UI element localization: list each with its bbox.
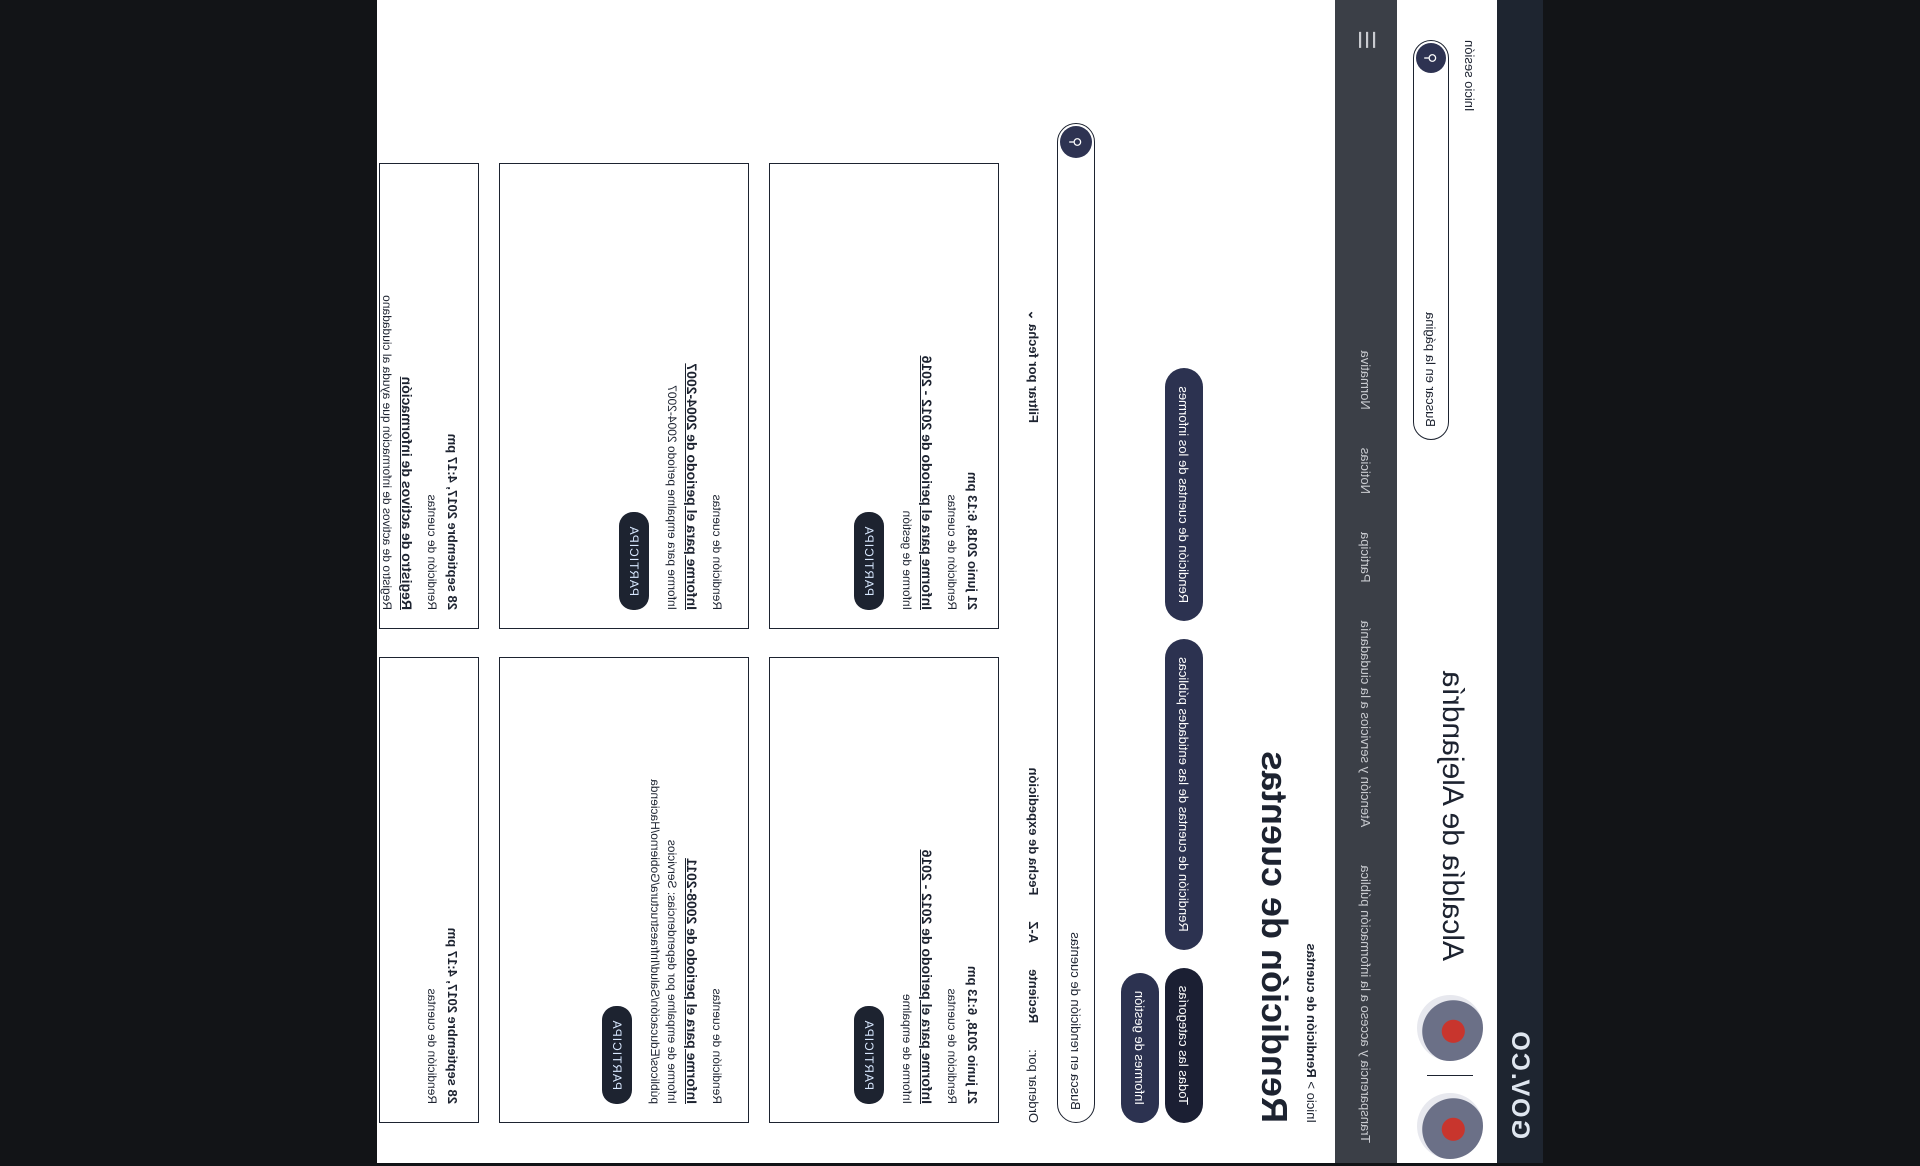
participa-button[interactable]: PARTICIPA: [854, 1005, 885, 1104]
breadcrumb-separator: >: [1304, 1081, 1319, 1090]
card-category: Rendición de cuentas: [710, 988, 724, 1104]
sort-bar: Ordenar por: Reciente A-Z Fecha de exped…: [1026, 768, 1041, 1123]
starfield-left: [0, 0, 377, 1166]
card-category: Rendición de cuentas: [710, 494, 724, 610]
result-card[interactable]: Rendición de cuentas Informe para el per…: [499, 163, 749, 629]
participa-button[interactable]: PARTICIPA: [854, 511, 885, 610]
card-title[interactable]: Informe para el periodo de 2004-2007: [684, 182, 700, 610]
nav-item-transparencia[interactable]: Transparencia y acceso a la información …: [1359, 865, 1374, 1143]
card-title[interactable]: Informe para el periodo de 2008-2011: [684, 676, 700, 1104]
tab-entidades[interactable]: Rendición de cuentas de las entidades pú…: [1165, 639, 1203, 950]
hamburger-icon[interactable]: ☰: [1353, 30, 1379, 50]
card-description: Informe para empalme periodo 2004-2007: [665, 385, 679, 610]
nav-item-participa[interactable]: Participa: [1359, 532, 1374, 583]
breadcrumb: Inicio > Rendición de cuentas: [1304, 943, 1319, 1123]
card-description: Informe de gestión: [900, 510, 914, 610]
search-icon[interactable]: ⚲: [1060, 126, 1092, 158]
result-card[interactable]: Rendición de cuentas Informe para el per…: [499, 657, 749, 1123]
card-title[interactable]: Informe para el periodo de 2012 - 2016: [919, 676, 935, 1104]
result-card[interactable]: 28 septiembre 2017, 4:17 pm Rendición de…: [379, 163, 479, 629]
card-date: 21 junio 2018, 6:13 pm: [965, 965, 980, 1104]
card-date: 28 septiembre 2017, 4:17 pm: [445, 433, 460, 610]
page-viewport: GOV.CO Alcaldía de Alejandría Inicio ses…: [377, 0, 1543, 1163]
result-card[interactable]: 21 junio 2018, 6:13 pm Rendición de cuen…: [769, 657, 999, 1123]
search-icon[interactable]: ⚲: [1416, 43, 1446, 73]
site-title[interactable]: Alcaldía de Alejandría: [1435, 671, 1469, 961]
card-date: 21 junio 2018, 6:13 pm: [965, 471, 980, 610]
gov-logo[interactable]: GOV.CO: [1506, 1029, 1535, 1139]
site-header: Alcaldía de Alejandría Inicio sesión Bus…: [1397, 0, 1497, 1163]
result-card[interactable]: 21 junio 2018, 6:13 pm Rendición de cuen…: [769, 163, 999, 629]
card-category: Rendición de cuentas: [425, 494, 439, 610]
nav-item-atencion[interactable]: Atención y servicios a la ciudadanía: [1359, 621, 1374, 828]
content-search-input[interactable]: Busca en rendición de cuentas: [1069, 932, 1084, 1110]
tab-all[interactable]: Todas las categorías: [1165, 967, 1203, 1123]
header-search[interactable]: Buscar en la página ⚲: [1413, 40, 1449, 440]
card-title[interactable]: Informe para el periodo de 2012 - 2016: [919, 182, 935, 610]
card-title[interactable]: Registro de activos de información: [399, 182, 415, 610]
page-title: Rendición de cuentas: [1254, 750, 1295, 1123]
starfield-right: [1540, 0, 1920, 1166]
card-date: 28 septiembre 2017, 4:17 pm: [445, 927, 460, 1104]
municipality-seal-logo: [1417, 995, 1483, 1061]
nav-item-noticias[interactable]: Noticias: [1359, 448, 1374, 494]
card-description: Informe de empalme por dependencias: Ser…: [648, 779, 679, 1104]
results-grid: 21 junio 2018, 6:13 pm Rendición de cuen…: [379, 3, 999, 1123]
card-description: Informe de empalme: [900, 993, 914, 1104]
rotated-page: GOV.CO Alcaldía de Alejandría Inicio ses…: [377, 0, 1543, 1163]
card-category: Rendición de cuentas: [425, 988, 439, 1104]
breadcrumb-current: Rendición de cuentas: [1304, 943, 1319, 1078]
category-tabs-row2: Informes de gestión: [1115, 972, 1159, 1123]
sort-option-date[interactable]: Fecha de expedición: [1026, 768, 1041, 896]
content-search[interactable]: Busca en rendición de cuentas ⚲: [1057, 123, 1095, 1123]
header-search-input[interactable]: Buscar en la página: [1424, 312, 1439, 427]
date-filter[interactable]: Filtrar por fecha ⌄: [1025, 310, 1041, 424]
card-category: Rendición de cuentas: [945, 494, 959, 610]
participa-button[interactable]: PARTICIPA: [619, 511, 650, 610]
sort-label: Ordenar por:: [1026, 1049, 1041, 1123]
breadcrumb-home[interactable]: Inicio: [1304, 1093, 1319, 1123]
chevron-down-icon: ⌄: [1026, 309, 1041, 321]
login-link[interactable]: Inicio sesión: [1462, 40, 1477, 112]
main-content: Inicio > Rendición de cuentas Rendición …: [377, 0, 1335, 1163]
municipality-shield-logo[interactable]: [1417, 1093, 1483, 1159]
participa-button[interactable]: PARTICIPA: [602, 1005, 633, 1104]
tab-gestion[interactable]: Informes de gestión: [1121, 972, 1159, 1123]
sort-option-az[interactable]: A-Z: [1026, 921, 1041, 943]
card-description: Registro de activos de información que a…: [380, 295, 394, 610]
card-category: Rendición de cuentas: [945, 988, 959, 1104]
category-tabs: Todas las categorías Rendición de cuenta…: [1159, 368, 1203, 1123]
main-nav: Transparencia y acceso a la información …: [1335, 0, 1397, 1163]
sort-option-recent[interactable]: Reciente: [1026, 969, 1041, 1023]
tab-informes[interactable]: Rendición de cuentas de los informes: [1165, 368, 1203, 622]
nav-item-normativa[interactable]: Normativa: [1359, 351, 1374, 410]
header-divider: [1427, 1075, 1473, 1076]
result-card[interactable]: 28 septiembre 2017, 4:17 pm Rendición de…: [379, 657, 479, 1123]
date-filter-label[interactable]: Filtrar por fecha: [1026, 324, 1041, 423]
gov-topbar: GOV.CO: [1497, 0, 1543, 1163]
